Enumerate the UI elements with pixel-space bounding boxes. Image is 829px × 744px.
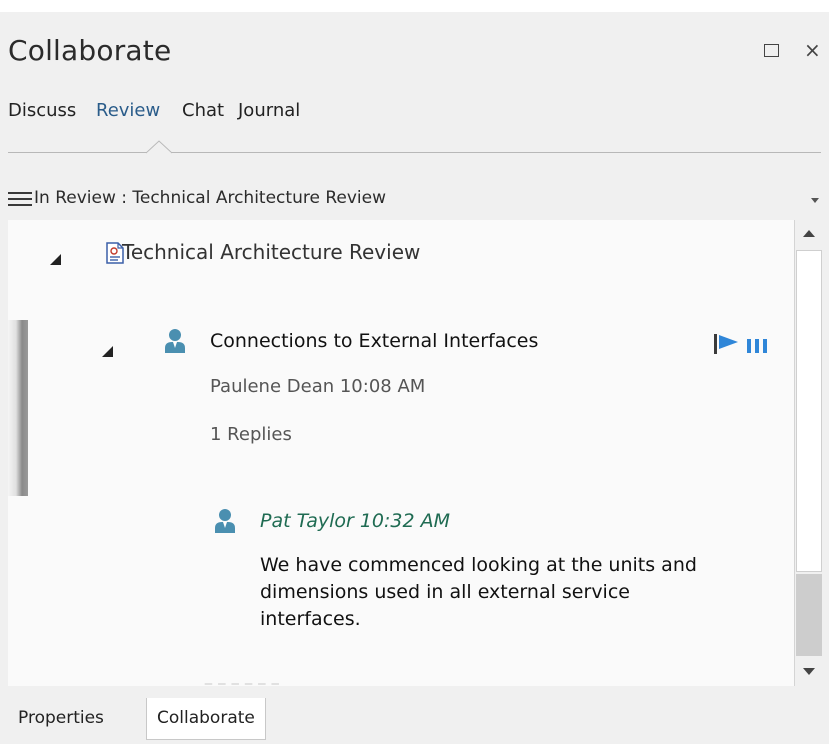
review-root-label[interactable]: Technical Architecture Review <box>122 240 420 264</box>
reply-body: We have commenced looking at the units a… <box>260 554 697 630</box>
bars-icon[interactable] <box>746 339 768 353</box>
reply-author-time: Pat Taylor 10:32 AM <box>260 510 451 532</box>
collapse-arrow-icon[interactable] <box>102 346 113 357</box>
collapse-arrow-icon[interactable] <box>50 254 61 265</box>
tab-strip: Discuss Review Chat Journal <box>0 90 829 130</box>
tab-chat[interactable]: Chat <box>182 100 224 121</box>
close-icon: × <box>804 38 821 62</box>
close-button[interactable]: × <box>804 40 821 60</box>
collaborate-panel: Collaborate × Discuss Review Chat Journa… <box>0 12 829 744</box>
review-tree: Technical Architecture Review Connection… <box>8 220 794 686</box>
selection-indicator <box>8 320 28 496</box>
thread-replies-count[interactable]: 1 Replies <box>210 424 292 445</box>
bottom-tab-properties[interactable]: Properties <box>8 698 114 738</box>
maximize-button[interactable] <box>764 40 779 57</box>
scroll-thumb[interactable] <box>796 250 822 572</box>
active-tab-caret <box>146 140 172 154</box>
triangle-down-icon <box>803 668 815 675</box>
review-header-text: In Review : Technical Architecture Revie… <box>34 188 386 208</box>
flag-icon[interactable] <box>714 334 740 354</box>
person-icon <box>165 329 185 353</box>
tab-underline <box>8 152 821 153</box>
hamburger-icon[interactable] <box>8 192 32 208</box>
scroll-track[interactable] <box>796 574 822 656</box>
title-bar: Collaborate × <box>0 12 829 82</box>
thread-title[interactable]: Connections to External Interfaces <box>210 330 538 352</box>
bottom-tab-strip: Properties Collaborate <box>0 698 829 744</box>
vertical-scrollbar[interactable] <box>794 220 822 686</box>
maximize-icon <box>764 44 779 57</box>
thread-author-time: Paulene Dean 10:08 AM <box>210 376 426 397</box>
bottom-tab-collaborate[interactable]: Collaborate <box>146 698 266 740</box>
chevron-down-icon[interactable] <box>811 198 819 203</box>
tab-review[interactable]: Review <box>96 100 160 121</box>
tab-journal[interactable]: Journal <box>238 100 300 121</box>
truncated-row: ‒ ‒ ‒ ‒ ‒ ‒ <box>204 676 280 686</box>
tab-discuss[interactable]: Discuss <box>8 100 76 121</box>
scroll-up-button[interactable] <box>796 220 822 248</box>
person-icon <box>215 509 235 533</box>
review-header[interactable]: In Review : Technical Architecture Revie… <box>0 184 829 214</box>
triangle-up-icon <box>803 230 815 237</box>
scroll-down-button[interactable] <box>796 658 822 686</box>
panel-title: Collaborate <box>8 34 172 67</box>
